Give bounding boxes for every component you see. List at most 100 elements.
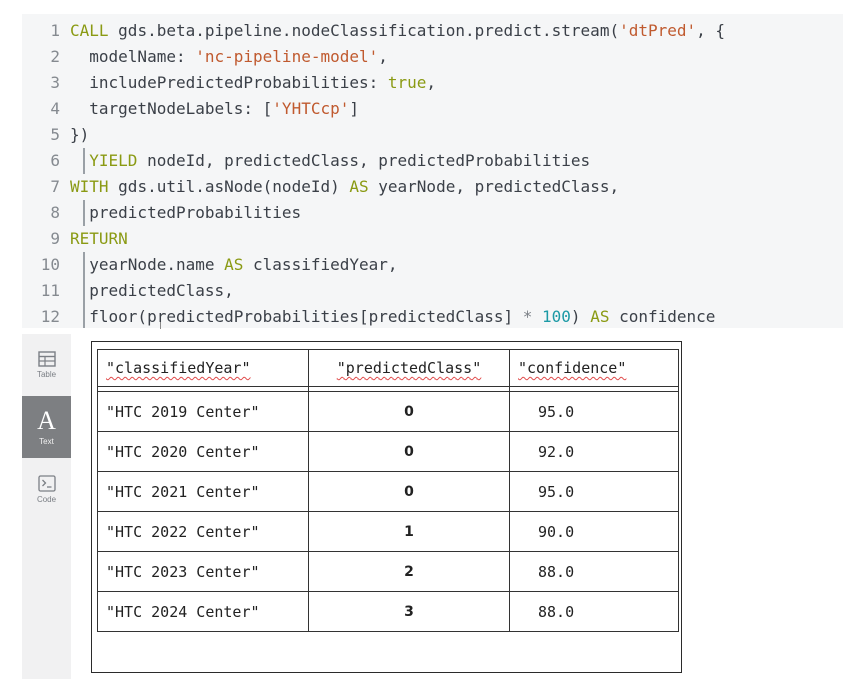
code-token: 100 [542,307,571,326]
code-token: , { [696,21,726,40]
cell-confidence: 92.0 [509,431,679,472]
code-view-button[interactable]: Code [22,458,71,520]
indent-guide [83,148,85,174]
code-token: floor(predictedProbabilities[predictedCl… [70,307,523,326]
text-icon: A [37,406,56,435]
code-token: yearNode.name [70,255,225,274]
line-number: 10 [40,255,60,274]
column-header-predictedclass: "predictedClass" [308,349,510,387]
table-header-row: "classifiedYear" "predictedClass" "confi… [97,349,679,387]
code-text: includePredictedProbabilities: true, [70,70,436,96]
code-token: includePredictedProbabilities: [70,73,388,92]
code-token: WITH [70,177,119,196]
code-token: modelName: [70,47,196,66]
code-token: 'YHTCcp' [272,99,350,118]
code-token: * [522,307,543,326]
code-text: }) [70,122,89,148]
text-view-button[interactable]: A Text [22,396,71,458]
line-number: 1 [50,21,60,40]
table-row: "HTC 2024 Center" 3 88.0 [97,591,679,632]
code-line[interactable]: 9 RETURN [22,226,843,252]
indent-guide [83,200,85,226]
code-token: true [387,73,427,92]
code-line[interactable]: 12 floor(predictedProbabilities[predicte… [22,304,843,328]
cell-predictedclass: 0 [308,431,510,472]
cell-classifiedyear: "HTC 2022 Center" [97,511,309,552]
code-text: predictedClass, [70,278,234,304]
line-number: 11 [40,281,60,300]
code-token: ) [570,307,591,326]
code-view-label: Code [36,494,57,504]
code-token: confidence [619,307,716,326]
line-number: 7 [50,177,60,196]
code-token: RETURN [70,229,128,248]
code-token: targetNodeLabels: [ [70,99,273,118]
resize-caret [160,322,161,329]
line-number: 8 [50,203,60,222]
table-row: "HTC 2022 Center" 1 90.0 [97,511,679,552]
code-text: YIELD nodeId, predictedClass, predictedP… [70,148,590,174]
cell-confidence: 88.0 [509,591,679,632]
code-token: gds.util.asNode(nodeId) [118,177,350,196]
table-view-button[interactable]: Table [22,334,71,396]
code-token: }) [70,125,90,144]
code-line[interactable]: 7 WITH gds.util.asNode(nodeId) AS yearNod… [22,174,843,200]
cell-predictedclass: 0 [308,471,510,512]
code-token: predictedClass, [70,281,234,300]
code-text: targetNodeLabels: ['YHTCcp'] [70,96,359,122]
code-text: CALL gds.beta.pipeline.nodeClassificatio… [70,18,725,44]
line-number: 6 [50,151,60,170]
code-line[interactable]: 11 predictedClass, [22,278,843,304]
line-number: 3 [50,73,60,92]
code-text: predictedProbabilities [70,200,301,226]
code-token: nodeId, predictedClass, predictedProbabi… [147,151,591,170]
code-text: yearNode.name AS classifiedYear, [70,252,398,278]
code-token: yearNode, predictedClass, [378,177,620,196]
table-row: "HTC 2021 Center" 0 95.0 [97,471,679,512]
cell-classifiedyear: "HTC 2019 Center" [97,391,309,432]
code-line[interactable]: 2 modelName: 'nc-pipeline-model', [22,44,843,70]
cell-predictedclass: 3 [308,591,510,632]
view-switcher: Table A Text Code [22,334,71,679]
code-line[interactable]: 5}) [22,122,843,148]
line-number: 4 [50,99,60,118]
table-row: "HTC 2020 Center" 0 92.0 [97,431,679,472]
code-editor[interactable]: 1 CALL gds.beta.pipeline.nodeClassificati… [22,14,843,328]
cell-predictedclass: 0 [308,391,510,432]
code-token: CALL [70,21,119,40]
cell-confidence: 95.0 [509,471,679,512]
code-text: WITH gds.util.asNode(nodeId) AS yearNode… [70,174,619,200]
code-token: AS [590,307,620,326]
code-icon [37,474,56,492]
code-token: ] [349,99,359,118]
code-token: 'nc-pipeline-model' [195,47,379,66]
code-token: , [378,47,388,66]
cell-classifiedyear: "HTC 2024 Center" [97,591,309,632]
code-line[interactable]: 4 targetNodeLabels: ['YHTCcp'] [22,96,843,122]
code-line[interactable]: 3 includePredictedProbabilities: true, [22,70,843,96]
cell-predictedclass: 2 [308,551,510,592]
column-header-classifiedyear: "classifiedYear" [97,349,309,387]
table-row: "HTC 2023 Center" 2 88.0 [97,551,679,592]
line-number: 2 [50,47,60,66]
code-line[interactable]: 8 predictedProbabilities [22,200,843,226]
cell-classifiedyear: "HTC 2021 Center" [97,471,309,512]
code-token: AS [224,255,254,274]
code-token: predictedProbabilities [70,203,302,222]
table-row: "HTC 2019 Center" 0 95.0 [97,391,679,432]
header-text: "classifiedYear" [106,359,251,377]
cell-confidence: 95.0 [509,391,679,432]
line-number: 12 [40,307,60,326]
results-table: "classifiedYear" "predictedClass" "confi… [97,349,679,632]
code-line[interactable]: 6 YIELD nodeId, predictedClass, predicte… [22,148,843,174]
indent-guide [83,252,85,328]
cell-confidence: 88.0 [509,551,679,592]
code-line[interactable]: 10 yearNode.name AS classifiedYear, [22,252,843,278]
code-token: , [426,73,437,92]
code-token: classifiedYear, [253,255,398,274]
code-line[interactable]: 1 CALL gds.beta.pipeline.nodeClassificati… [22,18,843,44]
cell-classifiedyear: "HTC 2023 Center" [97,551,309,592]
cell-classifiedyear: "HTC 2020 Center" [97,431,309,472]
text-view-label: Text [39,437,54,446]
